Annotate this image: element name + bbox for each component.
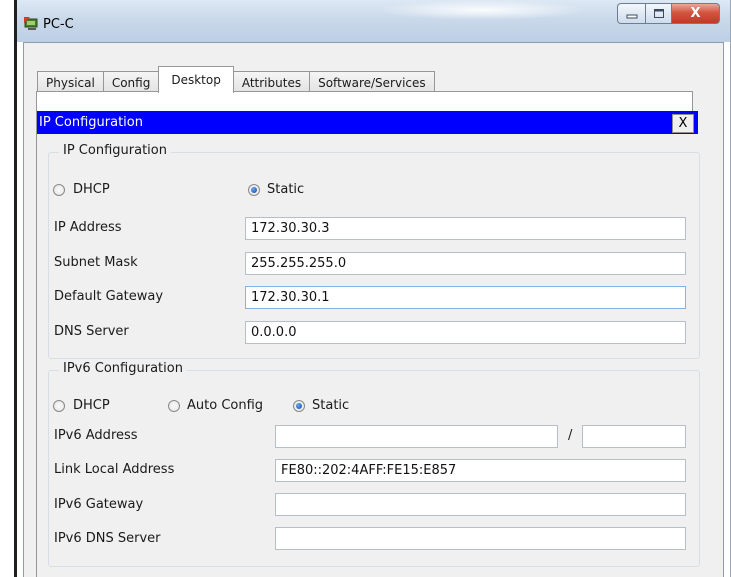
ip-address-field[interactable]: 172.30.30.3 (245, 217, 686, 240)
maximize-button[interactable] (645, 3, 672, 24)
tab-desktop[interactable]: Desktop (158, 66, 234, 93)
pc-icon (24, 17, 38, 30)
ip-configuration-title: IP Configuration (39, 115, 143, 130)
ipv6-static-label: Static (312, 398, 350, 413)
ip-configuration-header: IP Configuration (37, 111, 698, 134)
tab-config[interactable]: Config (102, 71, 160, 93)
tab-physical[interactable]: Physical (37, 71, 104, 93)
default-gateway-field[interactable]: 172.30.30.1 (245, 286, 686, 309)
ipv6-address-label: IPv6 Address (54, 428, 138, 443)
tab-software-services[interactable]: Software/Services (309, 71, 435, 93)
ipv6-gateway-field[interactable] (275, 493, 686, 516)
dns-server-label: DNS Server (54, 324, 129, 339)
ipv6-address-field[interactable] (275, 425, 558, 448)
ipv6-dns-server-label: IPv6 DNS Server (54, 531, 161, 546)
dns-server-field[interactable]: 0.0.0.0 (245, 321, 686, 344)
ipv6-gateway-label: IPv6 Gateway (54, 497, 144, 512)
maximize-icon (653, 9, 664, 18)
ipv4-dhcp-label: DHCP (73, 182, 110, 197)
ipv6-auto-config-label: Auto Config (187, 398, 264, 413)
link-local-address-label: Link Local Address (54, 462, 175, 477)
ipv4-static-radio[interactable] (248, 184, 260, 196)
ipv6-auto-config-radio[interactable] (168, 400, 180, 412)
ipv4-group-label: IP Configuration (59, 143, 171, 158)
ip-address-label: IP Address (54, 220, 122, 235)
close-icon: X (690, 6, 701, 21)
ipv6-dhcp-label: DHCP (73, 398, 110, 413)
link-local-address-field[interactable]: FE80::202:4AFF:FE15:E857 (275, 459, 686, 482)
subnet-mask-field[interactable]: 255.255.255.0 (245, 252, 686, 275)
default-gateway-label: Default Gateway (54, 289, 164, 304)
title-bar[interactable]: PC-C X (17, 0, 730, 42)
ipv6-group-label: IPv6 Configuration (59, 361, 187, 376)
ipv6-dns-server-field[interactable] (275, 527, 686, 550)
subnet-mask-label: Subnet Mask (54, 255, 138, 270)
ipv4-static-label: Static (267, 182, 305, 197)
ipv6-static-radio[interactable] (293, 400, 305, 412)
prefix-separator: / (568, 428, 573, 443)
ip-configuration-close-button[interactable]: X (672, 114, 694, 133)
window-title: PC-C (43, 17, 74, 32)
close-button[interactable]: X (672, 3, 720, 24)
tab-attributes[interactable]: Attributes (232, 71, 311, 93)
ip-configuration-body: IP Configuration DHCP Static IP Address … (37, 134, 700, 577)
caption-buttons: X (617, 3, 720, 25)
minimize-button[interactable] (617, 3, 645, 24)
tab-strip: Physical Config Desktop Attributes Softw… (37, 66, 435, 93)
ipv4-dhcp-radio[interactable] (53, 184, 65, 196)
minimize-icon (626, 14, 637, 18)
ipv6-dhcp-radio[interactable] (53, 400, 65, 412)
ipv6-prefix-length-field[interactable] (582, 425, 686, 448)
